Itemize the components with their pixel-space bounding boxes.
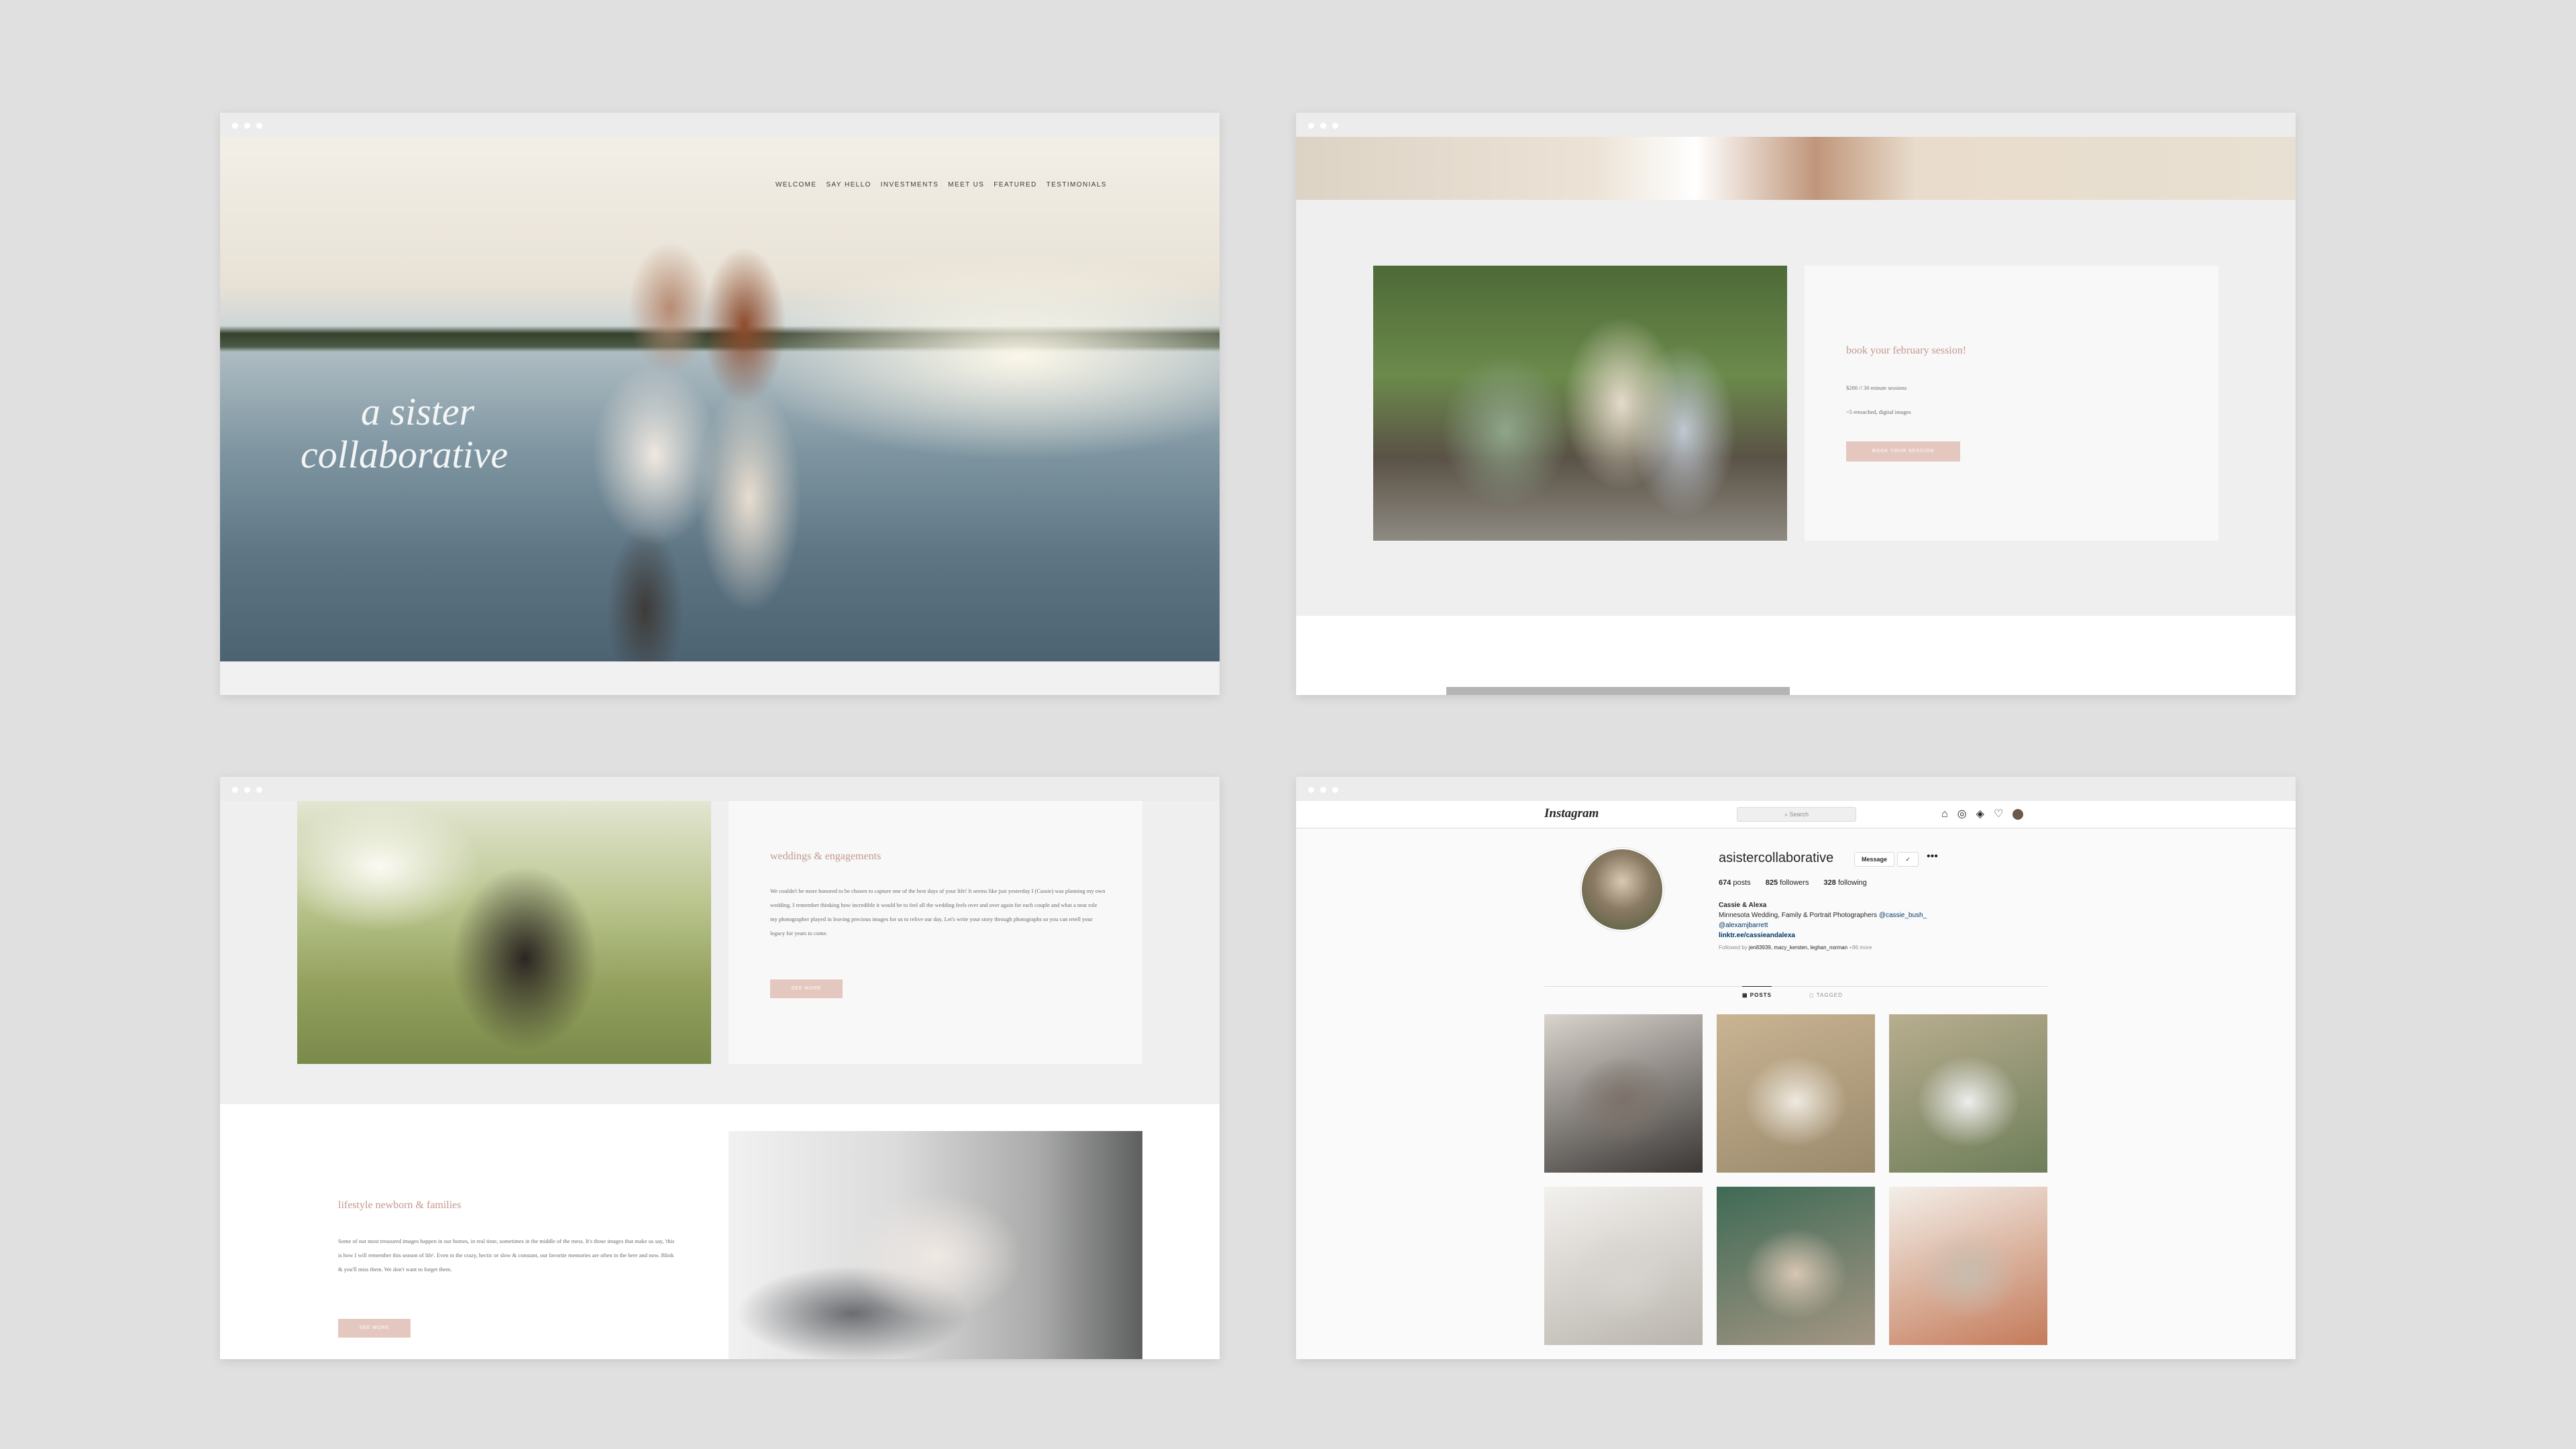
nav-welcome[interactable]: WELCOME xyxy=(775,181,816,189)
hero-nav: WELCOME SAY HELLO INVESTMENTS MEET US FE… xyxy=(775,181,1107,189)
browser-window-services: weddings & engagements We couldn't be mo… xyxy=(220,777,1220,1359)
browser-toolbar xyxy=(1296,777,2296,801)
bio-link[interactable]: linktr.ee/cassieandalexa xyxy=(1719,930,2068,941)
booking-price: $200 // 30 minute sessions xyxy=(1846,384,1907,391)
following-stat[interactable]: 328 following xyxy=(1824,879,1867,887)
nav-testimonials[interactable]: TESTIMONIALS xyxy=(1046,181,1107,189)
window-dot[interactable] xyxy=(1332,787,1338,793)
newborn-family-photo xyxy=(729,1131,1142,1359)
search-icon: ⌕ xyxy=(1784,811,1788,818)
detail-rings-thumb[interactable] xyxy=(1889,1187,2047,1345)
window-dot[interactable] xyxy=(232,123,238,129)
posts-stat[interactable]: 674 posts xyxy=(1719,879,1751,887)
family-photo xyxy=(1373,266,1787,541)
weddings-body: We couldn't be more honored to be chosen… xyxy=(770,888,1106,936)
newborn-section: lifestyle newborn & families Some of our… xyxy=(220,1104,1220,1359)
follow-dropdown-button[interactable]: ✓ xyxy=(1897,852,1919,867)
explore-icon[interactable]: ◈ xyxy=(1976,808,1984,821)
heart-icon[interactable]: ♡ xyxy=(1994,808,2003,821)
home-icon[interactable]: ⌂ xyxy=(1941,808,1948,821)
page-content: Instagram ⌕ Search ⌂ ◎ ◈ ♡ asistercollab… xyxy=(1296,801,2296,1359)
weddings-see-more-button[interactable]: SEE MORE xyxy=(770,979,843,998)
display-name: Cassie & Alexa xyxy=(1719,902,1767,909)
message-button[interactable]: Message xyxy=(1854,852,1894,867)
messenger-icon[interactable]: ◎ xyxy=(1957,808,1967,821)
search-placeholder: Search xyxy=(1789,811,1809,818)
window-dot[interactable] xyxy=(1308,787,1314,793)
script-title-line1: a sister xyxy=(361,390,475,433)
window-dot[interactable] xyxy=(1308,123,1314,129)
weddings-section: weddings & engagements We couldn't be mo… xyxy=(220,801,1220,1104)
script-title-line2: collaborative xyxy=(301,433,508,476)
followed-by[interactable]: Followed by jen83939, macy_kersten, legh… xyxy=(1719,943,2068,953)
more-options-icon[interactable]: ••• xyxy=(1927,851,1938,863)
nav-featured[interactable]: FEATURED xyxy=(994,181,1036,189)
posts-grid xyxy=(1544,1014,2047,1359)
browser-window-booking: book your february session! $200 // 30 m… xyxy=(1296,113,2296,695)
nav-investments[interactable]: INVESTMENTS xyxy=(881,181,939,189)
browser-toolbar xyxy=(220,777,1220,801)
top-photo-strip xyxy=(1296,137,2296,200)
browser-window-instagram: Instagram ⌕ Search ⌂ ◎ ◈ ♡ asistercollab… xyxy=(1296,777,2296,1359)
engagement-photo xyxy=(297,801,711,1064)
bride-field-thumb[interactable] xyxy=(1889,1014,2047,1173)
browser-window-hero: WELCOME SAY HELLO INVESTMENTS MEET US FE… xyxy=(220,113,1220,695)
window-dot[interactable] xyxy=(1332,123,1338,129)
tab-posts[interactable]: ▦ POSTS xyxy=(1742,986,1772,998)
page-content: weddings & engagements We couldn't be mo… xyxy=(220,801,1220,1359)
booking-card: book your february session! $200 // 30 m… xyxy=(1805,266,2218,541)
booking-section: book your february session! $200 // 30 m… xyxy=(1296,200,2296,616)
kids-thumb[interactable] xyxy=(1717,1187,1875,1345)
window-dot[interactable] xyxy=(256,123,262,129)
followers-stat[interactable]: 825 followers xyxy=(1766,879,1809,887)
booking-title: book your february session! xyxy=(1846,345,1967,356)
profile-avatar-icon[interactable] xyxy=(2012,809,2024,820)
window-dot[interactable] xyxy=(244,123,250,129)
search-box[interactable]: ⌕ Search xyxy=(1737,807,1856,822)
page-content: WELCOME SAY HELLO INVESTMENTS MEET US FE… xyxy=(220,137,1220,695)
bio-line: Minnesota Wedding, Family & Portrait Pho… xyxy=(1719,912,1927,919)
booking-images: ~5 retouched, digital images xyxy=(1846,409,1911,415)
nav-meet-us[interactable]: MEET US xyxy=(948,181,984,189)
window-dot[interactable] xyxy=(232,787,238,793)
newborn-title: lifestyle newborn & families xyxy=(338,1199,462,1211)
bio-mention-2[interactable]: @alexamjbarrett xyxy=(1719,920,2068,930)
newborn-thumb[interactable] xyxy=(1544,1187,1703,1345)
wedding-couple-thumb[interactable] xyxy=(1717,1014,1875,1173)
profile-bio: Cassie & Alexa Minnesota Wedding, Family… xyxy=(1719,900,2068,953)
weddings-title: weddings & engagements xyxy=(770,851,881,862)
grid-icon: ▦ xyxy=(1742,992,1748,998)
profile-tabs: ▦ POSTS ◻ TAGGED xyxy=(1544,986,2047,1004)
nav-say-hello[interactable]: SAY HELLO xyxy=(826,181,871,189)
couple-silhouette xyxy=(576,231,824,661)
profile-stats: 674 posts 825 followers 328 following xyxy=(1719,879,1867,887)
window-dot[interactable] xyxy=(256,787,262,793)
next-section-photo-edge xyxy=(1446,687,1790,695)
window-dot[interactable] xyxy=(1320,787,1326,793)
weddings-card: weddings & engagements We couldn't be mo… xyxy=(729,801,1142,1064)
book-session-button[interactable]: BOOK YOUR SESSION xyxy=(1846,441,1960,462)
browser-toolbar xyxy=(220,113,1220,137)
browser-toolbar xyxy=(1296,113,2296,137)
newborn-see-more-button[interactable]: SEE MORE xyxy=(338,1319,411,1338)
bio-mention-1[interactable]: @cassie_bush_ xyxy=(1879,912,1927,919)
page-content: book your february session! $200 // 30 m… xyxy=(1296,137,2296,695)
tag-icon: ◻ xyxy=(1809,992,1815,998)
window-dot[interactable] xyxy=(1320,123,1326,129)
window-dot[interactable] xyxy=(244,787,250,793)
script-logo-title: a sister collaborative xyxy=(301,390,569,476)
family-photo-thumb[interactable] xyxy=(1544,1014,1703,1173)
newborn-body: Some of our most treasured images happen… xyxy=(338,1238,675,1273)
instagram-logo[interactable]: Instagram xyxy=(1544,806,1599,821)
person-check-icon: ✓ xyxy=(1905,856,1911,863)
instagram-header: Instagram ⌕ Search ⌂ ◎ ◈ ♡ xyxy=(1296,801,2296,828)
profile-username: asistercollaborative xyxy=(1719,851,1834,865)
header-icons: ⌂ ◎ ◈ ♡ xyxy=(1941,808,2024,821)
tab-tagged[interactable]: ◻ TAGGED xyxy=(1809,987,1843,998)
profile-avatar[interactable] xyxy=(1580,848,1664,931)
